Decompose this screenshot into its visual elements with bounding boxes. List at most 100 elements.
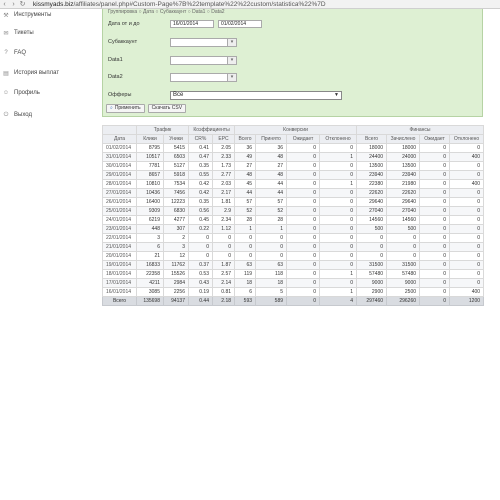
totals-cell: 135698 — [136, 296, 164, 306]
data2-input[interactable] — [170, 72, 228, 82]
table-cell: 0 — [319, 215, 358, 225]
table-cell: 15526 — [163, 269, 189, 279]
table-cell: 0.42 — [188, 188, 213, 198]
table-row: 23/01/2014 448 307 0.22 1.12 1 1 0 0 500 500 0 0 — [102, 224, 485, 234]
table-cell-date: 29/01/2014 — [102, 170, 137, 180]
table-cell: 0.37 — [188, 260, 213, 270]
table-cell: 21980 — [386, 179, 421, 189]
table-column-header[interactable]: Отклонено — [449, 134, 485, 144]
table-cell: 28 — [234, 215, 257, 225]
table-cell: 0 — [211, 233, 236, 243]
table-cell: 0 — [319, 233, 358, 243]
table-cell: 0 — [449, 233, 485, 243]
sidebar-item-logout[interactable]: ⏻ Выход — [2, 110, 32, 120]
sidebar-item-tickets[interactable]: ✉ Тикеты — [2, 28, 33, 38]
table-column-header[interactable]: Отклонено — [319, 134, 358, 144]
table-cell: 0 — [286, 170, 321, 180]
table-group-header: Коэффициенты — [187, 125, 236, 135]
table-cell: 2256 — [163, 287, 189, 297]
offers-select[interactable]: Все ▼ — [170, 90, 342, 100]
table-cell: 6 — [136, 242, 164, 252]
table-cell: 0 — [419, 170, 451, 180]
table-cell: 11762 — [163, 260, 189, 270]
table-cell: 44 — [255, 188, 288, 198]
table-column-header[interactable]: Уники — [163, 134, 189, 144]
table-cell: 0 — [211, 242, 236, 252]
table-cell: 0.55 — [188, 170, 213, 180]
reload-icon[interactable]: ↻ — [18, 0, 27, 9]
table-column-header[interactable]: Клики — [136, 134, 164, 144]
download-csv-button[interactable]: Скачать CSV — [147, 104, 187, 113]
chevron-down-icon[interactable]: ▾ — [228, 72, 237, 82]
grouping-options[interactable]: Группировка ○ Дата ○ Субаккаунт ○ Data1 … — [108, 9, 225, 14]
table-column-header[interactable]: Ожидает — [419, 134, 451, 144]
date-range-label: Дата от и до — [108, 21, 140, 27]
chevron-down-icon[interactable]: ▾ — [228, 55, 237, 65]
table-cell: 0.53 — [188, 269, 213, 279]
table-cell: 0 — [319, 161, 358, 171]
table-column-header[interactable]: Ожидает — [286, 134, 321, 144]
table-cell: 0 — [356, 251, 388, 261]
table-group-header: Трафик — [136, 125, 189, 135]
chevron-down-icon[interactable]: ▾ — [228, 37, 237, 47]
table-cell: 0 — [319, 224, 358, 234]
table-cell: 2.05 — [211, 143, 236, 153]
table-column-header[interactable]: Принято — [255, 134, 288, 144]
table-cell: 57480 — [356, 269, 388, 279]
table-cell: 400 — [449, 152, 485, 162]
right-arrow-icon[interactable]: › — [9, 0, 18, 9]
table-cell: 0.56 — [188, 206, 213, 216]
date-from-input[interactable]: 16/01/2014 — [170, 20, 214, 28]
table-row: 18/01/2014 22358 15526 0.53 2.57 119 118 0 1 5748… — [102, 269, 485, 279]
subaccount-input[interactable] — [170, 37, 228, 47]
table-cell: 1 — [319, 179, 358, 189]
table-cell-date: 23/01/2014 — [102, 224, 137, 234]
table-cell: 31500 — [386, 260, 421, 270]
table-cell: 0 — [449, 278, 485, 288]
table-column-header[interactable]: Всего — [234, 134, 257, 144]
data2-row: Data2 ▾ — [108, 72, 237, 82]
totals-cell: 296260 — [386, 296, 421, 306]
sidebar-item-payments[interactable]: ▤ История выплат — [2, 68, 59, 78]
date-to-input[interactable]: 01/02/2014 — [218, 20, 262, 28]
table-row: 28/01/2014 10810 7534 0.42 2.03 45 44 0 1 22380 21… — [102, 179, 485, 189]
table-totals-row: Всего 135698 94137 0.44 2.18 593 589 0 4 297460 29… — [102, 296, 485, 306]
table-cell: 16400 — [136, 197, 164, 207]
table-cell: 0 — [286, 206, 321, 216]
table-cell: 0.35 — [188, 161, 213, 171]
table-cell: 31500 — [356, 260, 388, 270]
sidebar-item-faq[interactable]: ? FAQ — [2, 48, 26, 58]
table-column-header[interactable]: Зачислено — [386, 134, 421, 144]
table-column-header[interactable]: Всего — [356, 134, 388, 144]
table-column-header[interactable]: Дата — [102, 134, 137, 144]
table-cell: 27040 — [356, 206, 388, 216]
sidebar-item-tools[interactable]: ⚒ Инструменты — [2, 10, 51, 20]
table-cell: 0 — [286, 287, 321, 297]
data1-input[interactable] — [170, 55, 228, 65]
table-cell: 0 — [419, 197, 451, 207]
table-cell: 0 — [319, 278, 358, 288]
table-cell: 0.41 — [188, 143, 213, 153]
chevron-down-icon: ▼ — [334, 91, 339, 98]
table-row: 25/01/2014 9309 6830 0.56 2.9 52 52 0 0 27040 2704… — [102, 206, 485, 216]
filter-panel: Группировка ○ Дата ○ Субаккаунт ○ Data1 … — [102, 9, 483, 117]
table-row: 19/01/2014 16833 11762 0.37 1.87 63 63 0 0 31500 3… — [102, 260, 485, 270]
apply-button[interactable]: ⌕ Применить — [106, 104, 145, 113]
table-cell: 10436 — [136, 188, 164, 198]
sidebar-item-profile[interactable]: ☺ Профиль — [2, 88, 40, 98]
table-cell: 1 — [319, 287, 358, 297]
table-cell: 48 — [234, 170, 257, 180]
table-cell: 500 — [386, 224, 421, 234]
table-cell: 0 — [286, 143, 321, 153]
left-arrow-icon[interactable]: ‹ — [0, 0, 9, 9]
table-column-header[interactable]: EPC — [211, 134, 236, 144]
table-cell: 0 — [286, 260, 321, 270]
table-cell: 5918 — [163, 170, 189, 180]
table-column-header[interactable]: CR% — [188, 134, 213, 144]
table-cell: 49 — [234, 152, 257, 162]
table-cell: 307 — [163, 224, 189, 234]
url-field[interactable]: kissmyads.biz/affiliates/panel.php#Custo… — [33, 1, 326, 8]
table-cell: 22620 — [356, 188, 388, 198]
table-row: 16/01/2014 3085 2256 0.19 0.81 6 5 0 1 2900 2500 0 4… — [102, 287, 485, 297]
table-cell: 3 — [136, 233, 164, 243]
